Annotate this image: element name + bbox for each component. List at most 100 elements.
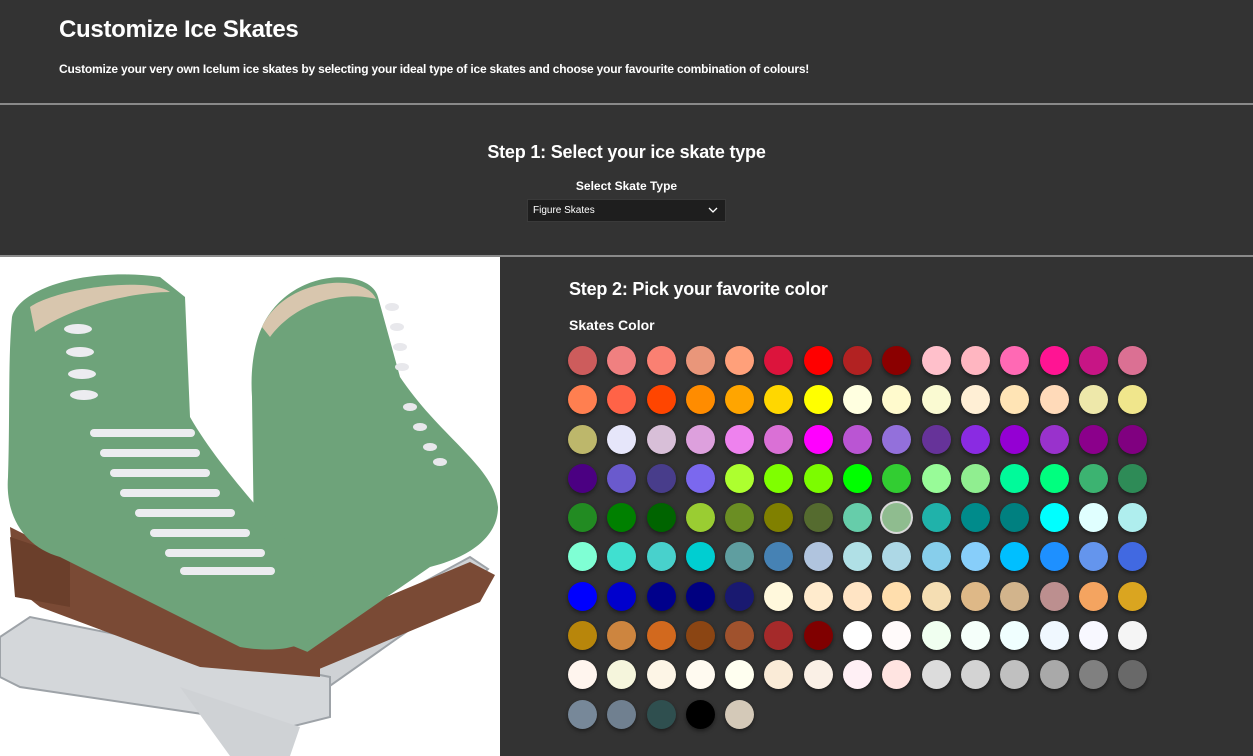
color-swatch[interactable] [685,699,715,729]
color-swatch[interactable] [685,424,715,454]
color-swatch[interactable] [882,346,912,375]
color-swatch[interactable] [607,542,637,572]
color-swatch[interactable] [764,424,794,454]
color-swatch[interactable] [960,660,990,690]
color-swatch[interactable] [1078,463,1108,493]
color-swatch[interactable] [882,660,912,690]
color-swatch[interactable] [843,660,873,690]
color-swatch[interactable] [1039,424,1069,454]
color-swatch[interactable] [568,346,597,375]
color-swatch[interactable] [1000,581,1030,611]
color-swatch[interactable] [1118,463,1148,493]
color-swatch[interactable] [882,385,912,415]
color-swatch[interactable] [607,346,637,375]
color-swatch[interactable] [803,542,833,572]
color-swatch[interactable] [1118,424,1148,454]
color-swatch[interactable] [568,424,597,454]
color-swatch[interactable] [685,385,715,415]
color-swatch[interactable] [1078,346,1108,375]
color-swatch[interactable] [1078,503,1108,533]
color-swatch[interactable] [646,424,676,454]
color-swatch[interactable] [1118,621,1148,651]
color-swatch[interactable] [843,424,873,454]
color-swatch[interactable] [1039,581,1069,611]
color-swatch[interactable] [725,385,755,415]
color-swatch[interactable] [1039,621,1069,651]
color-swatch[interactable] [646,463,676,493]
color-swatch[interactable] [921,346,951,375]
color-swatch[interactable] [1039,346,1069,375]
color-swatch[interactable] [607,385,637,415]
color-swatch[interactable] [725,503,755,533]
color-swatch[interactable] [921,581,951,611]
color-swatch[interactable] [1039,503,1069,533]
color-swatch[interactable] [803,346,833,375]
color-swatch[interactable] [685,621,715,651]
color-swatch[interactable] [764,385,794,415]
color-swatch[interactable] [1078,385,1108,415]
color-swatch[interactable] [685,660,715,690]
color-swatch[interactable] [921,463,951,493]
color-swatch[interactable] [960,503,990,533]
color-swatch[interactable] [1000,503,1030,533]
color-swatch[interactable] [1000,660,1030,690]
color-swatch[interactable] [960,581,990,611]
color-swatch[interactable] [921,385,951,415]
color-swatch[interactable] [1039,385,1069,415]
color-swatch[interactable] [685,581,715,611]
color-swatch[interactable] [803,424,833,454]
color-swatch[interactable] [764,346,794,375]
color-swatch[interactable] [843,542,873,572]
color-swatch[interactable] [843,503,873,533]
color-swatch[interactable] [685,463,715,493]
color-swatch[interactable] [685,503,715,533]
color-swatch[interactable] [803,385,833,415]
color-swatch[interactable] [568,621,597,651]
color-swatch[interactable] [1118,385,1148,415]
color-swatch[interactable] [843,346,873,375]
color-swatch[interactable] [960,346,990,375]
color-swatch[interactable] [646,621,676,651]
color-swatch[interactable] [725,660,755,690]
color-swatch[interactable] [882,621,912,651]
color-swatch[interactable] [921,542,951,572]
color-swatch[interactable] [725,699,755,729]
color-swatch[interactable] [843,621,873,651]
color-swatch[interactable] [1000,346,1030,375]
color-swatch[interactable] [1118,346,1148,375]
color-swatch[interactable] [607,424,637,454]
color-swatch[interactable] [725,424,755,454]
color-swatch[interactable] [803,503,833,533]
color-swatch[interactable] [882,424,912,454]
color-swatch[interactable] [843,581,873,611]
color-swatch[interactable] [764,463,794,493]
color-swatch[interactable] [764,660,794,690]
color-swatch[interactable] [764,503,794,533]
color-swatch[interactable] [725,346,755,375]
color-swatch[interactable] [764,581,794,611]
color-swatch[interactable] [1039,463,1069,493]
color-swatch[interactable] [568,503,597,533]
color-swatch[interactable] [843,385,873,415]
color-swatch[interactable] [1118,542,1148,572]
color-swatch[interactable] [725,621,755,651]
color-swatch[interactable] [843,463,873,493]
color-swatch[interactable] [764,621,794,651]
color-swatch[interactable] [921,660,951,690]
color-swatch[interactable] [960,542,990,572]
color-swatch[interactable] [960,385,990,415]
color-swatch[interactable] [960,424,990,454]
color-swatch[interactable] [607,463,637,493]
color-swatch[interactable] [803,660,833,690]
color-swatch[interactable] [607,581,637,611]
color-swatch[interactable] [803,621,833,651]
color-swatch[interactable] [568,699,597,729]
color-swatch[interactable] [646,385,676,415]
color-swatch[interactable] [568,660,597,690]
color-swatch[interactable] [1000,424,1030,454]
color-swatch[interactable] [725,463,755,493]
color-swatch[interactable] [803,463,833,493]
color-swatch[interactable] [1000,385,1030,415]
color-swatch[interactable] [646,581,676,611]
color-swatch[interactable] [1078,424,1108,454]
